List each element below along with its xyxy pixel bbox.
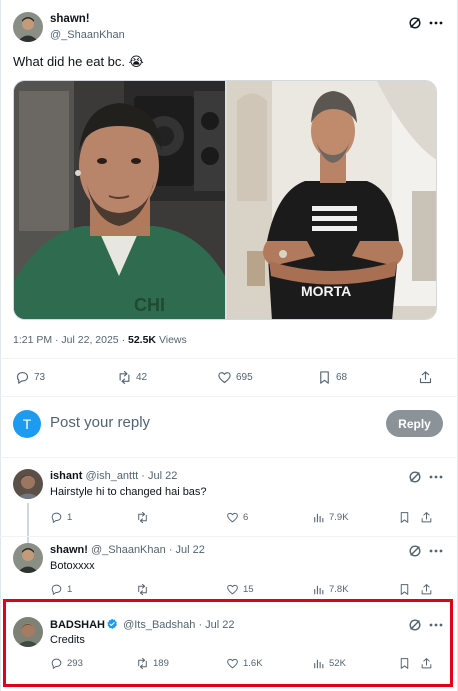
views-count: 7.9K: [329, 512, 349, 523]
tweet-text: What did he eat bc. 😭: [13, 54, 144, 69]
grok-icon[interactable]: [408, 16, 422, 30]
reply-count: 73: [34, 372, 46, 383]
like-button[interactable]: 15: [226, 583, 254, 596]
heart-icon: [227, 584, 238, 595]
divider: [0, 536, 458, 537]
media-photo-left[interactable]: CHI: [14, 81, 225, 320]
reply-date[interactable]: · Jul 22: [141, 470, 177, 482]
tweet-media[interactable]: CHI MORTA: [13, 80, 437, 320]
bookmark-button[interactable]: [398, 583, 411, 596]
main-tweet-header: shawn! @_ShaanKhan: [13, 12, 446, 44]
svg-text:CHI: CHI: [134, 295, 165, 315]
grok-icon[interactable]: [408, 544, 422, 558]
bookmark-button[interactable]: 68: [317, 370, 347, 385]
bookmark-count: 68: [336, 372, 348, 383]
views-button[interactable]: 7.9K: [312, 511, 349, 524]
more-options-icon[interactable]: [428, 16, 444, 30]
author-avatar[interactable]: [13, 12, 43, 42]
share-icon: [421, 584, 432, 595]
like-count: 6: [243, 512, 249, 523]
reply-text: Botoxxxx: [50, 560, 95, 572]
repost-button[interactable]: 42: [117, 370, 147, 385]
analytics-icon: [314, 513, 324, 523]
reply-count: 1: [67, 584, 73, 595]
reply-author-handle[interactable]: @_ShaanKhan: [91, 544, 166, 556]
repost-icon: [138, 511, 147, 524]
reply-avatar[interactable]: [13, 543, 43, 573]
divider: [0, 396, 458, 397]
reply-actions: 1 6 7.9K: [50, 511, 442, 529]
share-button[interactable]: [420, 511, 433, 524]
like-count: 695: [236, 372, 253, 383]
reply-count: 1: [67, 512, 73, 523]
views-label: Views: [156, 334, 187, 346]
meta-separator: ·: [118, 334, 128, 346]
heart-icon: [227, 512, 238, 523]
media-photo-right[interactable]: MORTA: [227, 81, 437, 320]
reply-author-handle[interactable]: @ish_anttt: [85, 470, 138, 482]
like-button[interactable]: 695: [217, 370, 253, 385]
highlight-box: [3, 599, 453, 687]
like-button[interactable]: 6: [226, 511, 248, 524]
reply-avatar[interactable]: [13, 469, 43, 499]
reply-submit-button[interactable]: Reply: [386, 410, 443, 437]
divider: [0, 358, 458, 359]
main-tweet-actions: 73 42 695 68: [15, 370, 438, 388]
reply-icon: [51, 584, 62, 595]
reply-button[interactable]: 73: [15, 370, 45, 385]
reply-input[interactable]: Post your reply: [50, 414, 150, 431]
views-button[interactable]: 7.8K: [312, 583, 349, 596]
like-count: 15: [243, 584, 254, 595]
share-icon: [421, 512, 432, 523]
reply-icon: [16, 371, 29, 384]
reply-composer: T Post your reply Reply: [13, 408, 443, 440]
more-options-icon[interactable]: [428, 544, 444, 558]
views-count: 7.8K: [329, 584, 349, 595]
analytics-icon: [314, 585, 324, 595]
more-options-icon[interactable]: [428, 470, 444, 484]
divider: [0, 457, 458, 458]
bookmark-icon: [320, 371, 329, 384]
reply-icon: [51, 512, 62, 523]
share-button[interactable]: [418, 370, 433, 385]
share-icon: [419, 371, 432, 384]
heart-icon: [218, 372, 231, 384]
grok-icon[interactable]: [408, 470, 422, 484]
reply-button[interactable]: 1: [50, 511, 72, 524]
repost-icon: [138, 583, 147, 596]
share-button[interactable]: [420, 583, 433, 596]
bookmark-icon: [400, 512, 409, 523]
reply-header: ishant @ish_anttt · Jul 22: [50, 470, 177, 482]
author-name[interactable]: shawn!: [50, 13, 90, 25]
repost-button[interactable]: [136, 583, 153, 596]
repost-button[interactable]: [136, 511, 153, 524]
tweet-timestamp[interactable]: 1:21 PM · Jul 22, 2025: [13, 334, 119, 346]
bookmark-button[interactable]: [398, 511, 411, 524]
reply-author-name[interactable]: ishant: [50, 470, 82, 482]
bookmark-icon: [400, 584, 409, 595]
repost-icon: [119, 371, 130, 384]
author-handle[interactable]: @_ShaanKhan: [50, 29, 125, 41]
repost-count: 42: [136, 372, 148, 383]
reply-date[interactable]: · Jul 22: [169, 544, 205, 556]
current-user-avatar[interactable]: T: [13, 410, 41, 438]
views-count: 52.5K: [128, 334, 157, 346]
reply-author-name[interactable]: shawn!: [50, 544, 88, 556]
tweet-meta: 1:21 PM · Jul 22, 2025 · 52.5K Views: [13, 334, 187, 346]
reply-button[interactable]: 1: [50, 583, 72, 596]
reply-text: Hairstyle hi to changed hai bas?: [50, 486, 207, 498]
svg-text:MORTA: MORTA: [301, 283, 351, 299]
reply-header: shawn! @_ShaanKhan · Jul 22: [50, 544, 205, 556]
